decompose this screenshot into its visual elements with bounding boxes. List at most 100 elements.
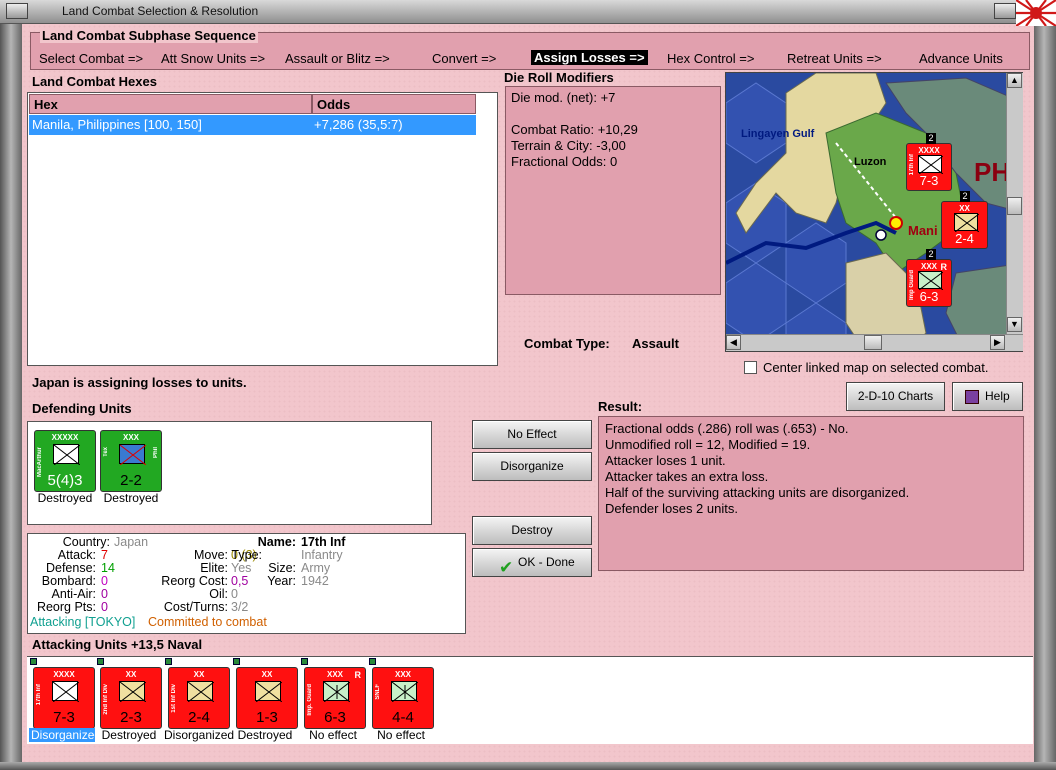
size-label: Size:: [268, 561, 296, 575]
infantry-symbol-icon: [119, 681, 146, 702]
destroy-button[interactable]: Destroy: [472, 516, 592, 545]
combat-ratio: Combat Ratio: +10,29: [511, 122, 638, 137]
hex-row-selected[interactable]: Manila, Philippines [100, 150] +7,286 (3…: [29, 115, 476, 135]
move-label: Move:: [193, 548, 228, 562]
bottom-frame-border: [0, 762, 1056, 770]
step-advance-units: Advance Units: [919, 51, 1003, 66]
attacking-units-title: Attacking Units +13,5 Naval: [32, 637, 203, 652]
step-select-combat: Select Combat =>: [39, 51, 144, 66]
anti-air-value: 0: [101, 587, 108, 601]
attacking-unit-div[interactable]: XX 1-3: [236, 667, 298, 729]
title-bar[interactable]: Land Combat Selection & Resolution: [0, 0, 1056, 26]
linked-map[interactable]: Lingayen Gulf Luzon PH Mani XXXX 17th In…: [725, 72, 1023, 352]
attacking-unit-imp-guard[interactable]: XXX R Imp. Guard 6-3: [304, 667, 366, 729]
infantry-symbol-icon: [52, 681, 79, 702]
defending-unit-tex-phil[interactable]: XXX Tex Phil 2-2: [100, 430, 162, 492]
defending-units-box: XXXXX MacArthur 5(4)3 Destroyed XXX Tex …: [27, 421, 432, 525]
map-counter-badge: 2: [960, 191, 970, 202]
disorganize-button[interactable]: Disorganize: [472, 452, 592, 481]
infantry-symbol-icon: [119, 444, 146, 465]
scroll-down-icon[interactable]: ▼: [1007, 317, 1022, 332]
defending-unit-result: Destroyed: [103, 491, 159, 505]
map-vertical-scrollbar[interactable]: ▲ ▼: [1006, 73, 1023, 334]
no-effect-button[interactable]: No Effect: [472, 420, 592, 449]
unit-marker-icon: [97, 658, 104, 665]
checkmark-icon: ✔: [499, 558, 514, 577]
scroll-thumb-vertical[interactable]: [1007, 197, 1022, 215]
size-value: Army: [301, 561, 331, 575]
center-map-checkbox[interactable]: [744, 361, 757, 374]
attacking-unit-2nd-inf-div[interactable]: XX 2nd Inf Div 2-3: [100, 667, 162, 729]
attacking-unit-snlf[interactable]: XXX SNLF 4-4: [372, 667, 434, 729]
reorg-pts-value: 0: [101, 600, 108, 614]
infantry-symbol-icon: [323, 681, 350, 702]
fractional-odds: Fractional Odds: 0: [511, 154, 618, 169]
defending-units-title: Defending Units: [32, 401, 132, 416]
type-label: Type:: [231, 548, 262, 562]
map-horizontal-scrollbar[interactable]: ◀ ▶: [726, 334, 1023, 351]
left-frame-border: [0, 24, 22, 770]
map-counter-imp-guard[interactable]: XXX R Imp Guard 6-3: [906, 259, 952, 307]
center-map-option[interactable]: Center linked map on selected combat.: [744, 360, 988, 375]
scroll-thumb-horizontal[interactable]: [864, 335, 882, 350]
result-title: Result:: [598, 399, 643, 414]
infantry-symbol-icon: [187, 681, 214, 702]
ok-done-label: OK - Done: [518, 555, 575, 569]
right-frame-border: [1032, 24, 1056, 770]
attacking-unit-result: Disorganized: [29, 728, 102, 742]
year-label: Year:: [267, 574, 296, 588]
status-message: Japan is assigning losses to units.: [32, 375, 247, 390]
combat-type-label: Combat Type:: [524, 336, 610, 351]
system-menu-button[interactable]: [6, 3, 28, 19]
attacking-unit-result: No effect: [309, 728, 357, 742]
defense-label: Defense:: [45, 561, 96, 575]
defending-unit-macarthur[interactable]: XXXXX MacArthur 5(4)3: [34, 430, 96, 492]
map-counter-17th-inf[interactable]: XXXX 17th Inf 7-3: [906, 143, 952, 191]
bombard-label: Bombard:: [41, 574, 96, 588]
map-label-gulf: Lingayen Gulf: [741, 128, 815, 140]
map-label-ph: PH: [974, 157, 1011, 187]
infantry-symbol-icon: [954, 213, 979, 232]
scroll-left-icon[interactable]: ◀: [726, 335, 741, 350]
attack-label: Attack:: [57, 548, 96, 562]
ok-done-button[interactable]: ✔ OK - Done: [472, 548, 592, 577]
infantry-symbol-icon: [255, 681, 282, 702]
step-assign-losses: Assign Losses =>: [531, 50, 648, 65]
map-counter-badge: 2: [926, 133, 936, 144]
die-mod-net: Die mod. (net): +7: [511, 90, 616, 105]
oil-label: Oil:: [209, 587, 228, 601]
infantry-symbol-icon: [53, 444, 80, 465]
attacking-unit-1st-inf-div[interactable]: XX 1st Inf Div 2-4: [168, 667, 230, 729]
map-counter-div[interactable]: XX 2-4: [941, 201, 988, 249]
scroll-right-icon[interactable]: ▶: [990, 335, 1005, 350]
hex-column-header[interactable]: Hex: [29, 94, 312, 114]
minimize-button[interactable]: [994, 3, 1016, 19]
attacking-unit-result: Disorganized: [164, 728, 235, 742]
marine-symbol-icon: [391, 681, 418, 702]
charts-button[interactable]: 2-D-10 Charts: [846, 382, 945, 411]
oil-value: 0: [231, 587, 238, 601]
unit-marker-icon: [233, 658, 240, 665]
hexes-title: Land Combat Hexes: [32, 74, 157, 89]
help-label: Help: [985, 389, 1010, 403]
attacking-unit-result: No effect: [377, 728, 425, 742]
map-label-island: Luzon: [854, 156, 887, 168]
unit-marker-icon: [165, 658, 172, 665]
bombard-value: 0: [101, 574, 108, 588]
defending-unit-result: Destroyed: [37, 491, 93, 505]
help-button[interactable]: Help: [952, 382, 1023, 411]
attack-value: 7: [101, 548, 108, 562]
step-hex-control: Hex Control =>: [667, 51, 755, 66]
hex-row-odds: +7,286 (35,5:7): [314, 117, 403, 132]
country-label: Country:: [62, 535, 110, 549]
odds-column-header[interactable]: Odds: [312, 94, 476, 114]
die-roll-modifiers-box: Die mod. (net): +7 Combat Ratio: +10,29 …: [505, 86, 721, 295]
result-line: Unmodified roll = 12, Modified = 19.: [605, 437, 811, 452]
hexes-list[interactable]: Hex Odds Manila, Philippines [100, 150] …: [27, 92, 498, 366]
type-value: Infantry: [301, 548, 343, 562]
step-att-snow-units: Att Snow Units =>: [161, 51, 266, 66]
cost-turns-label: Cost/Turns:: [163, 600, 228, 614]
hex-row-name: Manila, Philippines [100, 150]: [32, 117, 202, 132]
attacking-unit-17th-inf[interactable]: XXXX 17th Inf 7-3: [33, 667, 95, 729]
scroll-up-icon[interactable]: ▲: [1007, 73, 1022, 88]
